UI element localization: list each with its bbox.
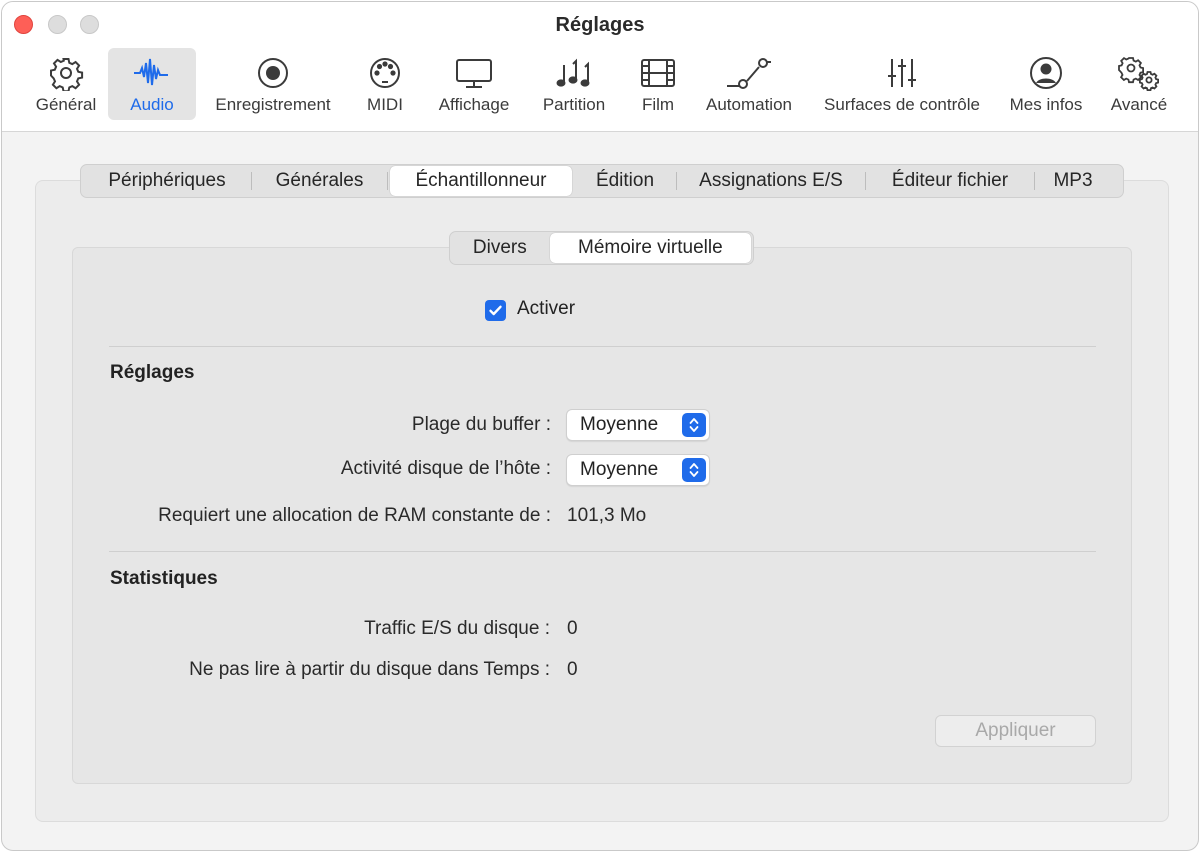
user-icon xyxy=(1030,57,1062,89)
film-icon xyxy=(641,59,675,87)
toolbar-label: Partition xyxy=(542,95,606,114)
gears-icon xyxy=(1118,56,1159,91)
not-read-from-disk-value: 0 xyxy=(567,659,578,680)
audio-tabs: Périphériques Générales Échantillonneur … xyxy=(80,164,1124,198)
toolbar-item-control-surfaces[interactable]: Surfaces de contrôle xyxy=(816,48,988,120)
host-disk-activity-value: Moyenne xyxy=(580,459,659,480)
buffer-range-label: Plage du buffer : xyxy=(411,414,551,435)
toolbar-label: Général xyxy=(35,95,97,114)
toolbar-item-general[interactable]: Général xyxy=(30,48,102,120)
gear-icon xyxy=(50,58,84,91)
settings-section-title: Réglages xyxy=(110,362,195,383)
toolbar-label: Audio xyxy=(130,95,174,114)
toolbar-item-display[interactable]: Affichage xyxy=(430,48,518,120)
tab-echantillonneur[interactable]: Échantillonneur xyxy=(390,166,572,196)
sampler-subtabs: Divers Mémoire virtuelle xyxy=(449,231,754,265)
ram-allocation-value: 101,3 Mo xyxy=(567,505,647,526)
disk-io-traffic-value: 0 xyxy=(567,618,578,639)
tab-generales[interactable]: Générales xyxy=(252,166,387,196)
enable-checkbox[interactable] xyxy=(485,300,506,321)
automation-curve-icon xyxy=(727,58,771,89)
toolbar-label: Mes infos xyxy=(1009,95,1083,114)
tab-assignations-es[interactable]: Assignations E/S xyxy=(677,166,865,196)
window-title: Réglages xyxy=(555,14,645,36)
disk-io-traffic-label: Traffic E/S du disque : xyxy=(364,618,550,639)
toolbar-item-automation[interactable]: Automation xyxy=(699,48,799,120)
statistics-section-title: Statistiques xyxy=(110,568,218,589)
display-icon xyxy=(456,59,492,88)
toolbar-item-score[interactable]: Partition xyxy=(535,48,613,120)
toolbar-label: MIDI xyxy=(367,95,403,114)
tab-peripheriques[interactable]: Périphériques xyxy=(83,166,251,196)
toolbar-label: Affichage xyxy=(438,95,510,114)
buffer-range-popup[interactable]: Moyenne xyxy=(566,409,710,441)
apply-button[interactable]: Appliquer xyxy=(935,715,1096,747)
toolbar-item-advanced[interactable]: Avancé xyxy=(1104,48,1174,120)
host-disk-activity-popup[interactable]: Moyenne xyxy=(566,454,710,486)
not-read-from-disk-label: Ne pas lire à partir du disque dans Temp… xyxy=(189,659,550,680)
section-divider xyxy=(109,346,1096,347)
faders-icon xyxy=(888,59,916,87)
toolbar-label: Avancé xyxy=(1110,95,1168,114)
enable-checkbox-label[interactable]: Activer xyxy=(517,298,575,320)
toolbar-label: Surfaces de contrôle xyxy=(824,95,980,114)
tab-separator xyxy=(387,172,388,190)
toolbar-item-recording[interactable]: Enregistrement xyxy=(207,48,339,120)
subtab-divers[interactable]: Divers xyxy=(452,233,548,263)
toolbar-label: Film xyxy=(641,95,675,114)
tab-edition[interactable]: Édition xyxy=(574,166,676,196)
updown-chevron-icon xyxy=(682,413,706,437)
tab-mp3[interactable]: MP3 xyxy=(1035,166,1111,196)
record-icon xyxy=(258,58,288,88)
section-divider xyxy=(109,551,1096,552)
updown-chevron-icon xyxy=(682,458,706,482)
buffer-range-value: Moyenne xyxy=(580,414,659,435)
toolbar-item-my-info[interactable]: Mes infos xyxy=(1002,48,1090,120)
music-notes-icon xyxy=(556,58,590,87)
preferences-window: Réglages Général Audio Enregistrement MI… xyxy=(1,1,1199,851)
toolbar-item-film[interactable]: Film xyxy=(634,48,682,120)
waveform-icon xyxy=(134,58,168,86)
toolbar-label: Automation xyxy=(706,95,792,114)
midi-port-icon xyxy=(370,58,400,88)
tab-editeur-fichier[interactable]: Éditeur fichier xyxy=(866,166,1034,196)
checkmark-icon xyxy=(489,305,502,316)
toolbar-label: Enregistrement xyxy=(215,95,331,114)
toolbar-item-audio[interactable]: Audio xyxy=(108,48,196,120)
subtab-memoire-virtuelle[interactable]: Mémoire virtuelle xyxy=(549,233,751,263)
host-disk-activity-label: Activité disque de l’hôte : xyxy=(340,458,551,479)
title-bar: Réglages Général Audio Enregistrement MI… xyxy=(2,2,1198,132)
ram-allocation-label: Requiert une allocation de RAM constante… xyxy=(158,505,551,526)
toolbar-item-midi[interactable]: MIDI xyxy=(358,48,412,120)
